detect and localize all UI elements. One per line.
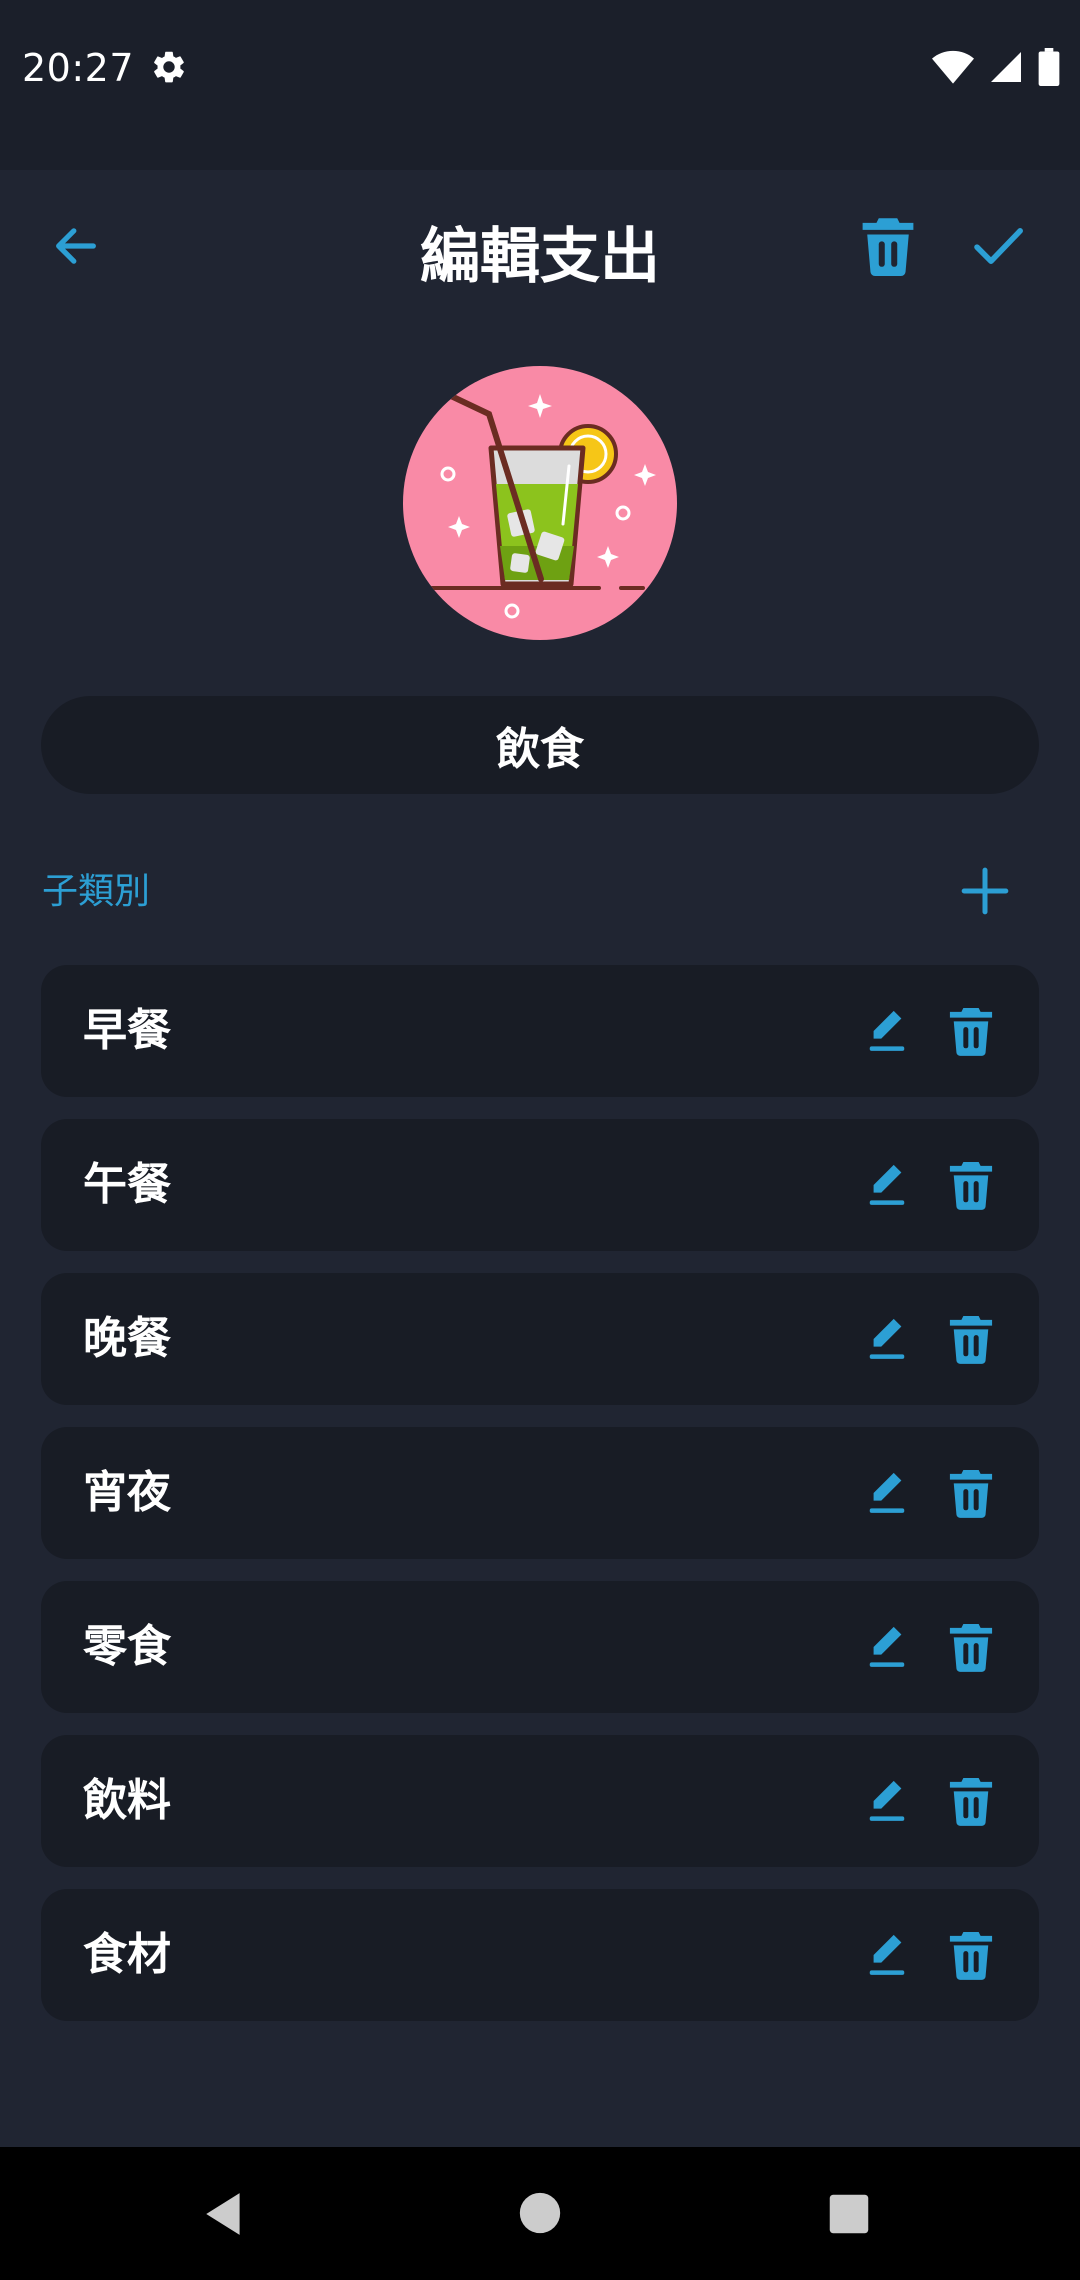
trash-icon [949, 1778, 993, 1826]
status-icons [932, 48, 1060, 86]
trash-icon [949, 1932, 993, 1980]
trash-icon [949, 1316, 993, 1364]
subcategory-label: 飲料 [83, 1775, 171, 1826]
subcategory-label: 早餐 [83, 1005, 171, 1056]
trash-icon [949, 1162, 993, 1210]
wifi-icon [932, 50, 974, 84]
pencil-icon [869, 1626, 905, 1667]
status-time: 20:27 [22, 46, 135, 90]
delete-subcategory-button[interactable] [941, 1925, 1001, 1985]
delete-subcategory-button[interactable] [941, 1771, 1001, 1831]
edit-subcategory-button[interactable] [859, 1927, 915, 1983]
system-nav-bar [0, 2147, 1080, 2280]
list-item: 午餐 [41, 1119, 1039, 1251]
pencil-icon [869, 1318, 905, 1359]
check-icon [974, 228, 1023, 264]
list-item: 早餐 [41, 965, 1039, 1097]
list-item: 飲料 [41, 1735, 1039, 1867]
delete-subcategory-button[interactable] [941, 1463, 1001, 1523]
trash-icon [949, 1624, 993, 1672]
drink-glass-icon [423, 393, 656, 619]
edit-subcategory-button[interactable] [859, 1619, 915, 1675]
nav-recents-icon[interactable] [828, 2193, 870, 2235]
pencil-icon [869, 1472, 905, 1513]
edit-subcategory-button[interactable] [859, 1003, 915, 1059]
delete-subcategory-button[interactable] [941, 1617, 1001, 1677]
pencil-icon [869, 1010, 905, 1051]
subcategory-section-label: 子類別 [42, 871, 151, 912]
subcategory-label: 零食 [83, 1621, 171, 1672]
subcategory-label: 晚餐 [83, 1313, 171, 1364]
category-name-field[interactable]: 飲食 [41, 696, 1039, 794]
delete-subcategory-button[interactable] [941, 1309, 1001, 1369]
list-item: 零食 [41, 1581, 1039, 1713]
plus-icon [961, 867, 1009, 915]
edit-subcategory-button[interactable] [859, 1311, 915, 1367]
delete-subcategory-button[interactable] [941, 1155, 1001, 1215]
category-name: 飲食 [496, 724, 584, 775]
cell-signal-icon [991, 52, 1021, 82]
add-subcategory-button[interactable] [950, 856, 1020, 926]
confirm-button[interactable] [960, 208, 1036, 284]
pencil-icon [869, 1780, 905, 1821]
edit-subcategory-button[interactable] [859, 1773, 915, 1829]
list-item: 食材 [41, 1889, 1039, 2021]
list-item: 宵夜 [41, 1427, 1039, 1559]
delete-category-button[interactable] [850, 208, 926, 284]
trash-icon [862, 218, 914, 276]
pencil-icon [869, 1164, 905, 1205]
edit-subcategory-button[interactable] [859, 1465, 915, 1521]
status-bar: 20:27 [0, 0, 1080, 170]
nav-home-icon[interactable] [518, 2191, 562, 2235]
settings-gear-icon [154, 51, 184, 83]
subcategory-label: 食材 [83, 1929, 171, 1980]
delete-subcategory-button[interactable] [941, 1001, 1001, 1061]
list-item: 晚餐 [41, 1273, 1039, 1405]
subcategory-label: 午餐 [83, 1159, 171, 1210]
app-bar: 編輯支出 [0, 170, 1080, 330]
battery-icon [1038, 48, 1060, 86]
subcategory-label: 宵夜 [83, 1467, 171, 1518]
trash-icon [949, 1008, 993, 1056]
trash-icon [949, 1470, 993, 1518]
edit-subcategory-button[interactable] [859, 1157, 915, 1213]
category-icon-button[interactable] [403, 366, 677, 640]
nav-back-icon[interactable] [200, 2189, 250, 2239]
pencil-icon [869, 1934, 905, 1975]
